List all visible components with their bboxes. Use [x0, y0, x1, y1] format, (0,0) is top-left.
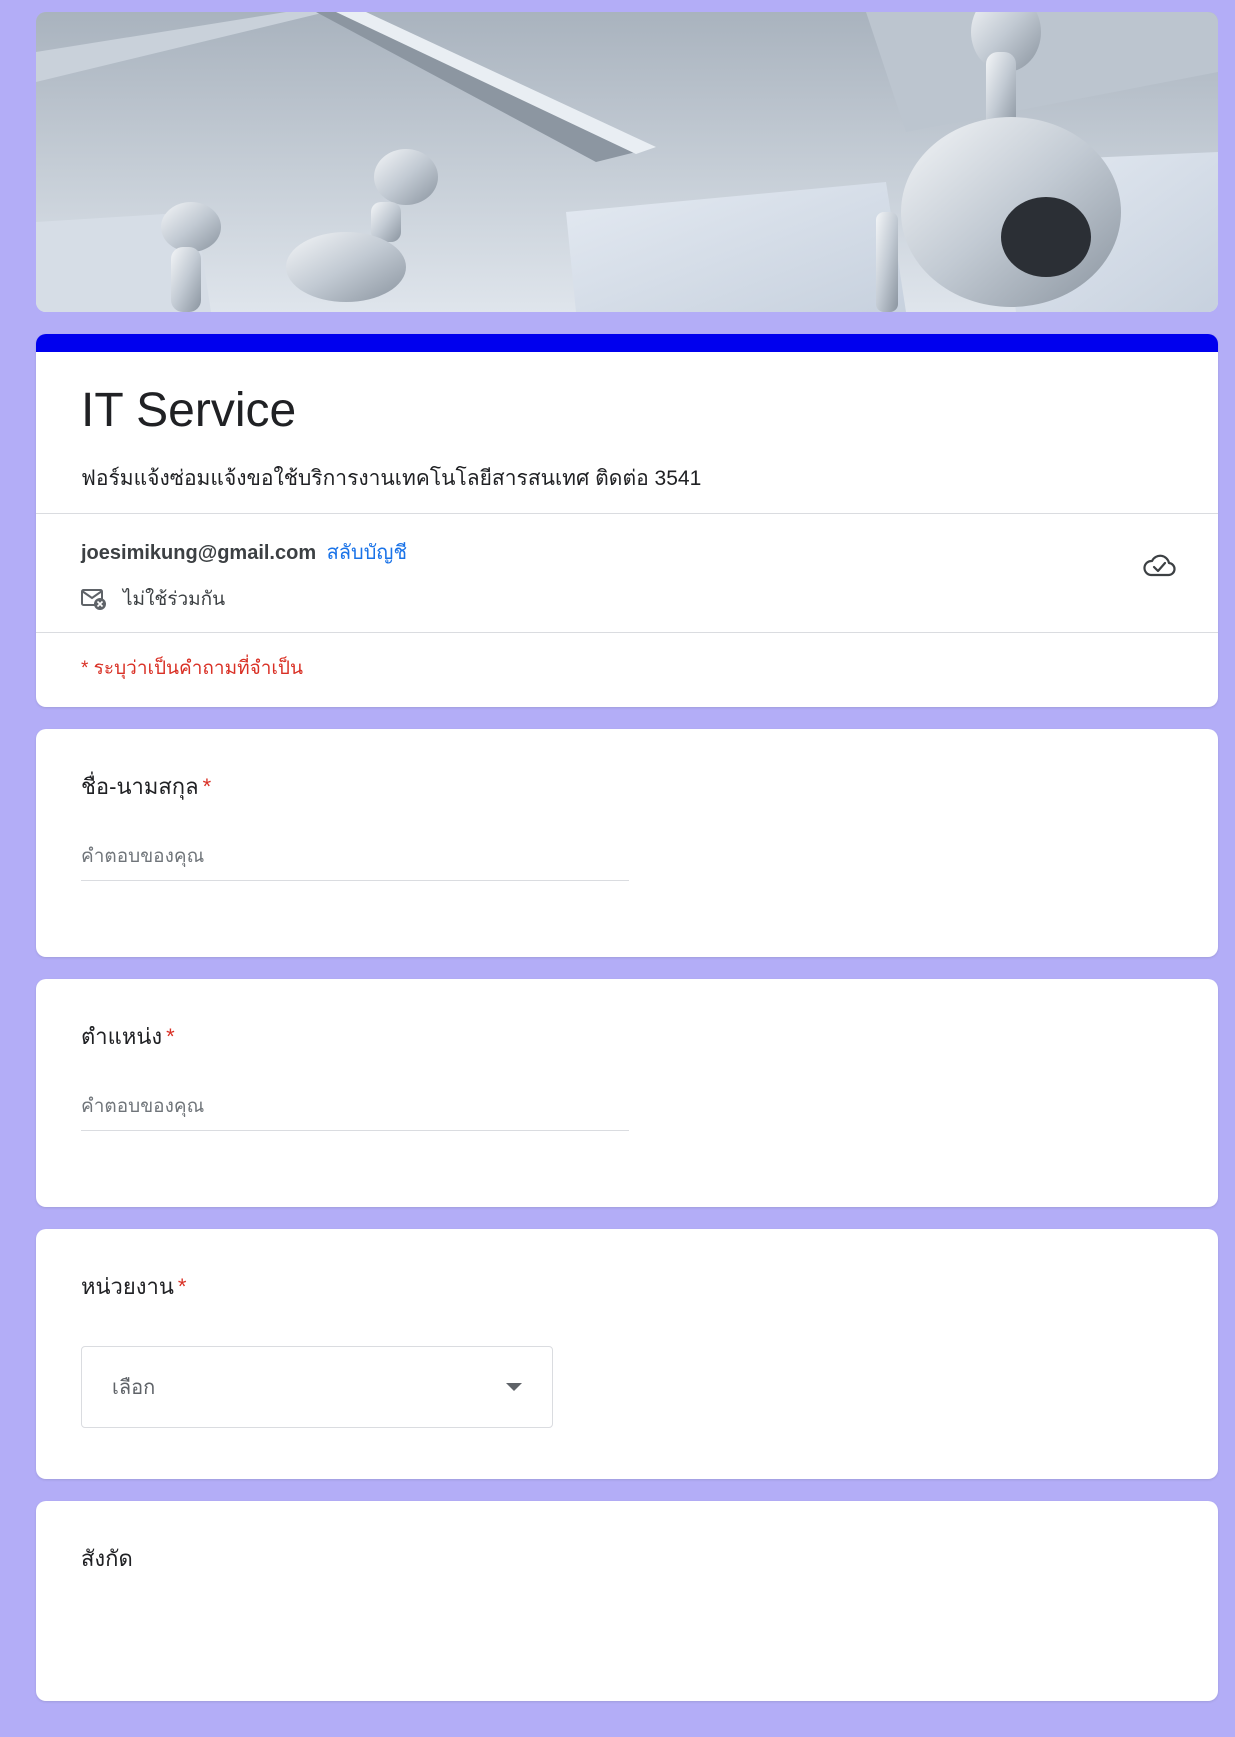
question-title: ชื่อ-นามสกุล * — [81, 769, 1173, 804]
question-card-department: หน่วยงาน * เลือก — [36, 1229, 1218, 1479]
question-card-position: ตำแหน่ง * — [36, 979, 1218, 1207]
account-section: joesimikung@gmail.com สลับบัญชี ไม่ใช้ร่… — [36, 514, 1218, 632]
question-card-fullname: ชื่อ-นามสกุล * — [36, 729, 1218, 957]
question-label: หน่วยงาน — [81, 1274, 174, 1299]
question-label: ตำแหน่ง — [81, 1024, 163, 1049]
switch-account-link[interactable]: สลับบัญชี — [327, 542, 407, 564]
header-banner-image — [36, 12, 1218, 312]
required-asterisk: * — [202, 774, 212, 799]
question-label: สังกัด — [81, 1546, 133, 1571]
question-title: ตำแหน่ง * — [81, 1019, 1173, 1054]
position-input[interactable] — [81, 1096, 629, 1131]
cloud-check-icon[interactable] — [1142, 552, 1176, 578]
not-shared-label: ไม่ใช้ร่วมกัน — [123, 589, 226, 610]
banner-illustration — [36, 12, 1218, 312]
account-email: joesimikung@gmail.com — [81, 542, 317, 564]
question-title: สังกัด — [81, 1541, 1173, 1576]
form-title: IT Service — [81, 384, 297, 437]
fullname-input[interactable] — [81, 846, 629, 881]
question-label: ชื่อ-นามสกุล — [81, 774, 199, 799]
not-shared-status: ไม่ใช้ร่วมกัน — [81, 584, 1173, 614]
question-title: หน่วยงาน * — [81, 1269, 1173, 1304]
department-dropdown[interactable]: เลือก — [81, 1346, 553, 1428]
required-asterisk: * — [177, 1274, 187, 1299]
dropdown-selected-value: เลือก — [112, 1377, 156, 1399]
required-asterisk: * — [166, 1024, 175, 1049]
question-card-affiliation: สังกัด — [36, 1501, 1218, 1701]
form-container: IT Service ฟอร์มแจ้งซ่อมแจ้งขอใช้บริการง… — [36, 12, 1218, 1701]
form-header-card: IT Service ฟอร์มแจ้งซ่อมแจ้งขอใช้บริการง… — [36, 334, 1218, 707]
dropdown-caret-icon — [506, 1383, 522, 1391]
required-question-note: * ระบุว่าเป็นคำถามที่จำเป็น — [81, 658, 303, 679]
mail-off-icon — [81, 589, 106, 610]
form-description: ฟอร์มแจ้งซ่อมแจ้งขอใช้บริการงานเทคโนโลยี… — [81, 467, 702, 490]
